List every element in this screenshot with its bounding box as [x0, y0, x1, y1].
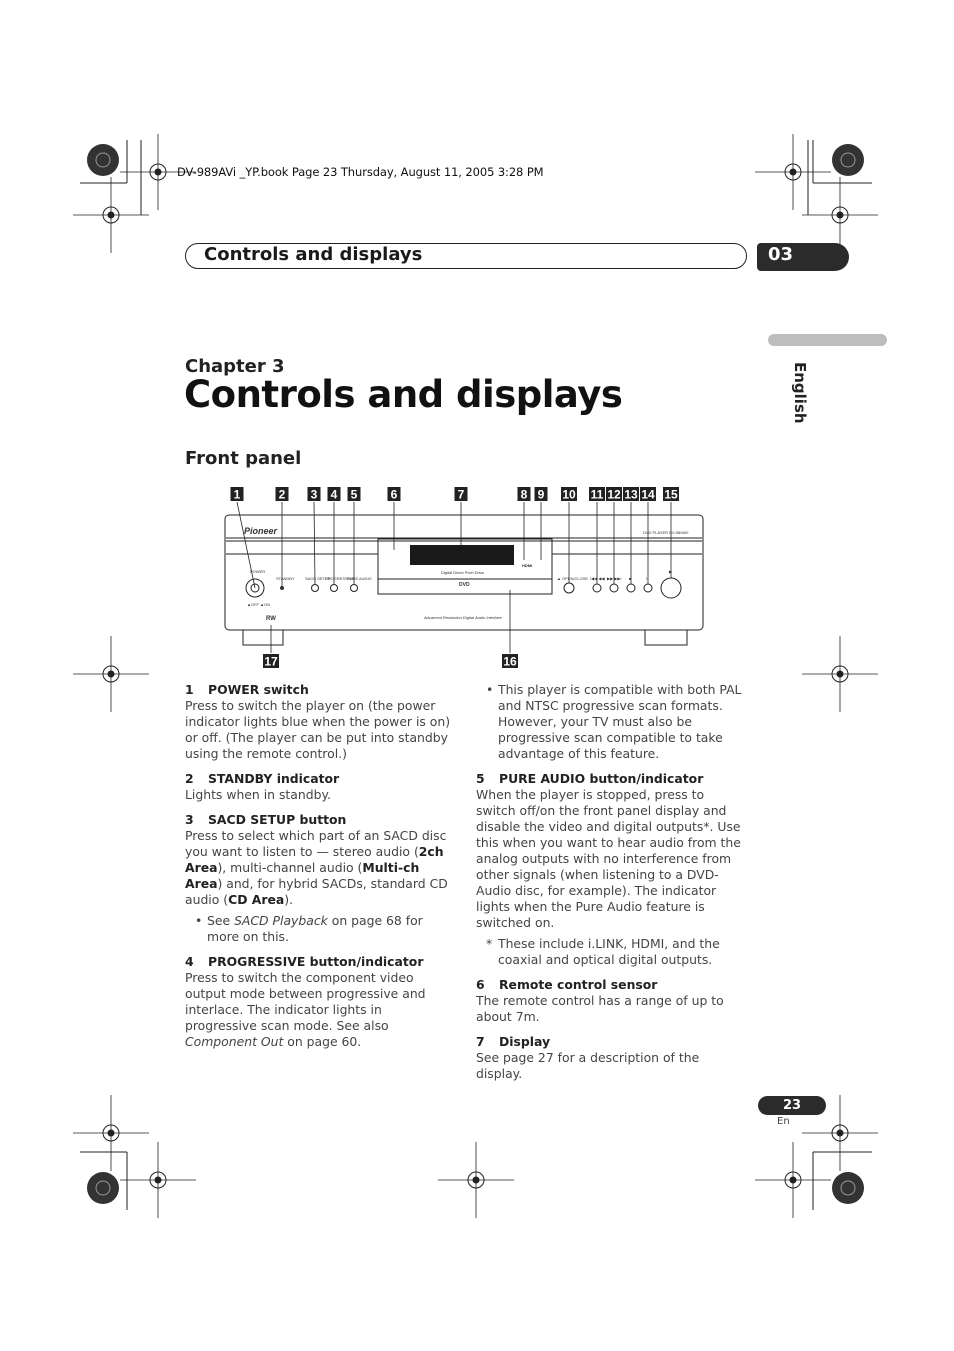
item-3-body: Press to select which part of an SACD di…	[185, 828, 448, 907]
item-2-body: Lights when in standby.	[185, 787, 331, 802]
callout-leader-3	[313, 501, 316, 585]
callout-5: 5	[351, 488, 358, 502]
pause-label: II	[646, 576, 648, 581]
pure-audio-label: PURE AUDIO	[347, 576, 372, 581]
item-3-bullet: • See SACD Playback on page 68 for more o…	[195, 913, 423, 944]
crosshair-icon	[107, 1129, 115, 1137]
callout-2: 2	[279, 488, 286, 502]
callout-12: 12	[607, 488, 621, 502]
standby-label: STANDBY	[276, 576, 295, 581]
crosshair-icon	[472, 1176, 480, 1184]
callout-8: 8	[521, 488, 528, 502]
callout-6: 6	[391, 488, 398, 502]
page-number: 23	[758, 1096, 826, 1115]
crosshair-icon	[154, 1176, 162, 1184]
right-column: • This player is compatible with both PAL…	[476, 682, 746, 1082]
rw-logo: RW	[266, 616, 276, 622]
brand-logo: Pioneer	[244, 526, 278, 536]
callout-7: 7	[458, 488, 465, 502]
item-6-heading: 6 Remote control sensor	[476, 977, 658, 992]
callout-9: 9	[538, 488, 545, 502]
next-label: ▶▶ ▶▶I	[607, 576, 622, 581]
item-5-heading: 5 PURE AUDIO button/indicator	[476, 771, 704, 786]
off-on-label: ▲OFF ▲ON	[247, 602, 270, 607]
callout-1: 1	[234, 488, 241, 502]
play-label: ▶	[669, 569, 673, 574]
item-5-note: * These include i.LINK, HDMI, and the coa…	[486, 936, 720, 967]
callout-4: 4	[331, 488, 338, 502]
callout-15: 15	[664, 488, 678, 502]
right-foot	[644, 629, 688, 646]
item-7-body: See page 27 for a description of the dis…	[476, 1050, 700, 1081]
crosshair-icon	[836, 1129, 844, 1137]
open-close-label: ▲ OPEN/CLOSE	[557, 576, 588, 581]
item-2-heading: 2 STANDBY indicator	[185, 771, 340, 786]
stop-label: ■	[629, 576, 632, 581]
item-6-body: The remote control has a range of up to …	[476, 993, 724, 1024]
item-4-body: Press to switch the component video outp…	[185, 970, 426, 1049]
power-label: POWER	[250, 569, 265, 574]
item-1-heading: 1 POWER switch	[185, 682, 309, 697]
hdmi-label: HDMI	[522, 563, 532, 568]
starburst-icon	[87, 1172, 119, 1204]
callout-14: 14	[641, 488, 655, 502]
callout-11: 11	[591, 488, 604, 502]
starburst-icon	[832, 1172, 864, 1204]
item-1-body: Press to switch the player on (the power…	[185, 698, 451, 761]
progressive-bullet: • This player is compatible with both PAL…	[486, 682, 742, 761]
crosshair-icon	[789, 1176, 797, 1184]
interface-label: Advanced Resolution Digital Audio Interf…	[423, 615, 503, 620]
callout-10: 10	[562, 488, 576, 502]
language-code: En	[777, 1116, 790, 1127]
prev-label: I◀◀ ◀◀	[590, 576, 605, 581]
item-5-body: When the player is stopped, press to swi…	[476, 787, 741, 930]
item-4-heading: 4 PROGRESSIVE button/indicator	[185, 954, 424, 969]
left-foot	[242, 629, 284, 646]
left-column: 1 POWER switch Press to switch the player…	[185, 682, 457, 1050]
callout-13: 13	[624, 488, 638, 502]
item-7-heading: 7 Display	[476, 1034, 551, 1049]
callout-17: 17	[264, 655, 278, 669]
model-label: DVD PLAYER DV-989AVi	[643, 530, 688, 535]
callout-16: 16	[503, 655, 517, 669]
display-screen	[410, 545, 514, 565]
dvd-logo: DVD	[459, 582, 470, 588]
display-caption: Digital Direct Pixel Drive	[441, 570, 485, 575]
front-panel-diagram: 1 2 3 4 5 6 7 8 9 10 11 12 13 14 151617 Pioneer DVD PL…	[224, 487, 704, 669]
item-3-heading: 3 SACD SETUP button	[185, 812, 347, 827]
callout-3: 3	[311, 488, 318, 502]
